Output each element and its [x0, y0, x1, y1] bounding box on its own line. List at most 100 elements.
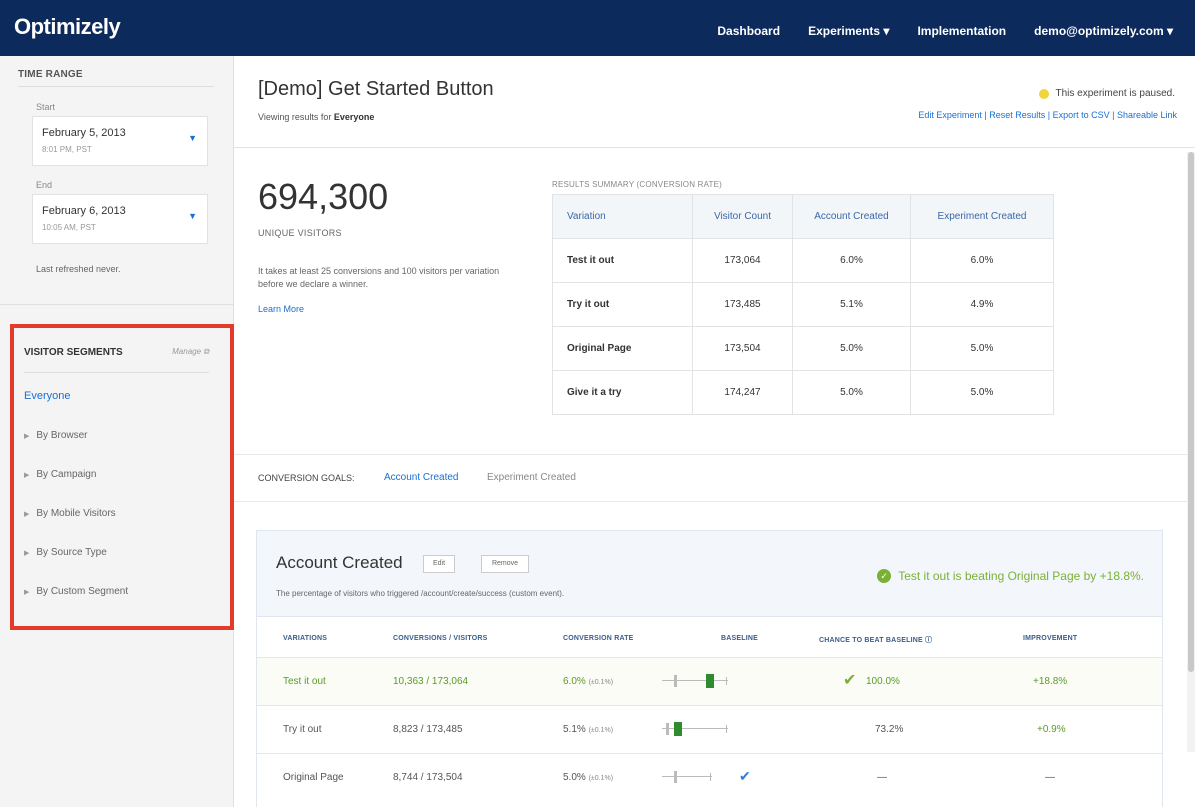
cell: Give it a try: [552, 370, 693, 415]
nav-experiments[interactable]: Experiments ▾: [808, 24, 889, 38]
interval-line: [662, 680, 728, 681]
col-variation: Variation: [552, 194, 693, 239]
confidence-interval: (±0.1%): [588, 775, 614, 782]
segment-label: By Source Type: [36, 547, 107, 558]
rate-value: 6.0%: [563, 676, 586, 687]
variation-name: Original Page: [283, 772, 344, 783]
start-time: 8:01 PM, PST: [42, 145, 92, 154]
conversions-visitors: 8,823 / 173,485: [393, 724, 463, 735]
conversion-rate: 5.1% (±0.1%): [563, 724, 613, 735]
scrollbar-thumb[interactable]: [1188, 152, 1194, 672]
segments-header: VISITOR SEGMENTS Manage ⧉: [24, 346, 209, 373]
conversion-rate: 6.0% (±0.1%): [563, 676, 613, 687]
conversions-visitors: 10,363 / 173,064: [393, 676, 469, 687]
nav-implementation[interactable]: Implementation: [917, 24, 1006, 38]
variation-marker: [706, 674, 714, 688]
status-text: This experiment is paused.: [1055, 88, 1175, 99]
manage-segments-link[interactable]: Manage ⧉: [172, 347, 209, 357]
cell: Try it out: [552, 282, 693, 327]
col-variations: VARIATIONS: [283, 635, 328, 642]
goal-results-card: Account Created Edit Remove The percenta…: [256, 530, 1163, 807]
improvement: +0.9%: [1037, 724, 1066, 735]
cell: 173,504: [692, 326, 793, 371]
baseline-marker: [666, 723, 669, 735]
table-row: Give it a try 174,247 5.0% 5.0%: [552, 370, 1054, 415]
nav-account-menu[interactable]: demo@optimizely.com ▾: [1034, 24, 1173, 38]
baseline-check-icon: ✔: [739, 768, 751, 784]
cell: 6.0%: [910, 238, 1054, 283]
conversion-goals-label: CONVERSION GOALS:: [258, 473, 355, 483]
table-row: Original Page 8,744 / 173,504 5.0% (±0.1…: [257, 753, 1162, 801]
table-row: Test it out 173,064 6.0% 6.0%: [552, 238, 1054, 283]
conversions-visitors: 8,744 / 173,504: [393, 772, 463, 783]
results-summary-table: Variation Visitor Count Account Created …: [552, 194, 1054, 415]
segment-by-browser[interactable]: ▶ By Browser: [24, 430, 88, 441]
remove-button[interactable]: Remove: [481, 555, 529, 573]
cell: Test it out: [552, 238, 693, 283]
segment-by-source-type[interactable]: ▶ By Source Type: [24, 547, 107, 558]
goal-tab-experiment-created[interactable]: Experiment Created: [487, 472, 576, 483]
status-badge: This experiment is paused.: [1039, 88, 1175, 99]
start-date: February 5, 2013: [42, 127, 126, 139]
interval-line: [662, 776, 712, 777]
interval-end: [726, 677, 727, 685]
col-account-created: Account Created: [792, 194, 911, 239]
baseline-marker: [674, 675, 677, 687]
caret-right-icon: ▶: [24, 511, 30, 518]
rate-value: 5.1%: [563, 724, 586, 735]
col-baseline: BASELINE: [721, 635, 758, 642]
baseline-marker: [674, 771, 677, 783]
segment-by-mobile-visitors[interactable]: ▶ By Mobile Visitors: [24, 508, 116, 519]
divider: [18, 86, 214, 87]
table-row: Try it out 173,485 5.1% 4.9%: [552, 282, 1054, 327]
winner-note: It takes at least 25 conversions and 100…: [258, 266, 500, 289]
interval-line: [662, 728, 728, 729]
caret-right-icon: ▶: [24, 589, 30, 596]
segments-title: VISITOR SEGMENTS: [24, 347, 123, 358]
cell: 5.1%: [792, 282, 911, 327]
unique-visitors-label: UNIQUE VISITORS: [258, 228, 342, 238]
interval-end: [710, 773, 711, 781]
start-date-picker[interactable]: February 5, 2013 8:01 PM, PST ▼: [32, 116, 208, 166]
segment-label: By Custom Segment: [36, 586, 129, 597]
cell: 5.0%: [910, 370, 1054, 415]
chevron-down-icon[interactable]: ▼: [188, 211, 197, 221]
chance-to-beat: 73.2%: [875, 724, 904, 735]
results-summary-caption: RESULTS SUMMARY (CONVERSION RATE): [552, 180, 723, 189]
segment-by-campaign[interactable]: ▶ By Campaign: [24, 469, 96, 480]
baseline-interval-bar: [662, 674, 728, 688]
caret-right-icon: ▶: [24, 550, 30, 557]
end-date-picker[interactable]: February 6, 2013 10:05 AM, PST ▼: [32, 194, 208, 244]
check-icon: ✔: [843, 672, 857, 689]
goal-tab-account-created[interactable]: Account Created: [384, 472, 459, 483]
unique-visitors-count: 694,300: [258, 176, 389, 217]
nav-dashboard[interactable]: Dashboard: [717, 24, 780, 38]
variation-name: Try it out: [283, 724, 322, 735]
cell: 5.0%: [792, 370, 911, 415]
interval-end: [726, 725, 727, 733]
cell: 5.0%: [792, 326, 911, 371]
main-content: [Demo] Get Started Button Viewing result…: [234, 56, 1195, 807]
experiment-actions[interactable]: Edit Experiment | Reset Results | Export…: [918, 110, 1177, 120]
chevron-down-icon[interactable]: ▼: [188, 133, 197, 143]
top-nav: Optimizely Dashboard Experiments ▾ Imple…: [0, 0, 1195, 56]
caret-right-icon: ▶: [24, 433, 30, 440]
viewing-prefix: Viewing results for: [258, 112, 334, 122]
improvement: —: [1045, 772, 1055, 783]
segment-by-custom-segment[interactable]: ▶ By Custom Segment: [24, 586, 128, 597]
time-range-title: TIME RANGE: [18, 69, 83, 80]
segment-everyone[interactable]: Everyone: [24, 390, 70, 402]
learn-more-link[interactable]: Learn More: [258, 304, 304, 314]
optimizely-logo[interactable]: Optimizely: [14, 14, 121, 40]
scrollbar[interactable]: [1187, 152, 1195, 752]
segment-label: By Browser: [36, 430, 88, 441]
table-row: Original Page 173,504 5.0% 5.0%: [552, 326, 1054, 371]
confidence-interval: (±0.1%): [588, 679, 614, 686]
col-experiment-created: Experiment Created: [910, 194, 1054, 239]
experiment-header: [Demo] Get Started Button Viewing result…: [234, 56, 1195, 148]
start-label: Start: [36, 102, 56, 112]
chance-to-beat: 100.0%: [866, 676, 900, 687]
viewing-results: Viewing results for Everyone: [258, 112, 374, 122]
edit-button[interactable]: Edit: [423, 555, 455, 573]
cell: 6.0%: [792, 238, 911, 283]
